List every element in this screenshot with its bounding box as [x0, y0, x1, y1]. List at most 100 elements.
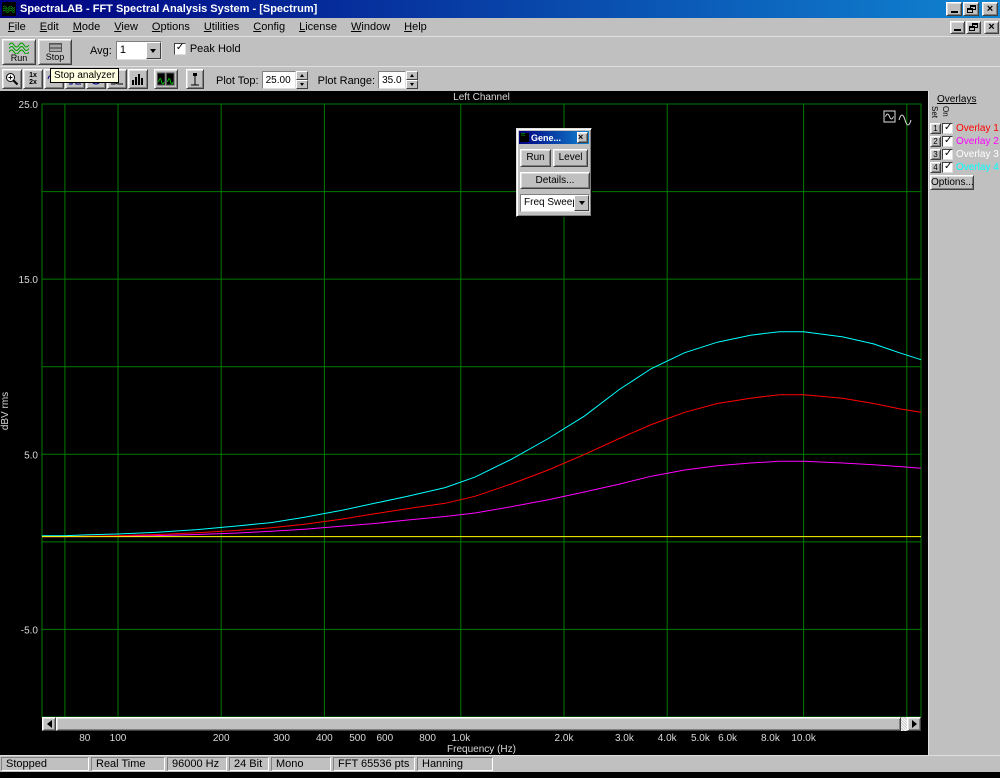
status-stopped: Stopped: [1, 757, 89, 771]
generator-close-button[interactable]: ×: [577, 132, 588, 143]
mdi-minimize-button[interactable]: [950, 20, 965, 34]
menu-license[interactable]: License: [292, 19, 344, 35]
generator-details-button[interactable]: Details...: [520, 172, 590, 189]
desktop-strip: [0, 772, 1000, 778]
plot-range-value[interactable]: 35.0: [378, 71, 407, 89]
menu-edit[interactable]: Edit: [33, 19, 66, 35]
x-axis-title: Frequency (Hz): [447, 744, 516, 755]
overlay-options-button[interactable]: Options...: [930, 175, 974, 190]
zoom-toggle-icon: 1x 2x: [29, 72, 37, 86]
menu-view[interactable]: View: [107, 19, 145, 35]
dropdown-arrow-icon[interactable]: [145, 42, 161, 59]
marker-tool-button[interactable]: [186, 69, 204, 89]
close-icon: ×: [986, 3, 994, 15]
scroll-right-button[interactable]: [907, 717, 921, 731]
close-button[interactable]: ×: [982, 2, 998, 16]
generator-dialog-titlebar[interactable]: Gene... ×: [519, 130, 589, 144]
statusbar: Stopped Real Time 96000 Hz 24 Bit Mono FFT 65…: [0, 755, 1000, 772]
plot-top-value[interactable]: 25.00: [261, 71, 296, 89]
main-toolbar: Run Stop Avg: 1 Peak Hold: [0, 36, 1000, 66]
overlay-row-2: 2 Overlay 2: [930, 135, 999, 148]
close-icon: ×: [988, 21, 995, 33]
spin-up-button[interactable]: [406, 71, 419, 80]
on-column-header: On: [941, 106, 950, 117]
mdi-close-button[interactable]: ×: [984, 20, 999, 34]
status-96000-hz: 96000 Hz: [167, 757, 227, 771]
overlay-set-button-1[interactable]: 1: [930, 123, 941, 134]
scroll-left-button[interactable]: [42, 717, 56, 731]
x-tick-label: 600: [376, 733, 393, 744]
plot-horizontal-scrollbar[interactable]: [42, 717, 921, 731]
overlay-set-button-2[interactable]: 2: [930, 136, 941, 147]
menubar-items: File Edit Mode View Options Utilities Config Li…: [1, 19, 949, 35]
x-tick-label: 4.0k: [658, 733, 678, 744]
generator-dialog-icon: [520, 130, 529, 142]
overlay-on-checkbox-3[interactable]: [942, 148, 953, 160]
checkbox-icon: [173, 42, 186, 55]
set-column-header: Set: [930, 106, 939, 119]
plot-toolbar: 1x 2x Plot Top: 25.00 Plot Range: 35.0: [0, 66, 1000, 91]
y-axis-title: dBV rms: [0, 392, 11, 430]
generator-run-button[interactable]: Run: [520, 149, 552, 167]
x-tick-label: 80: [79, 733, 91, 744]
menu-mode[interactable]: Mode: [66, 19, 108, 35]
peak-hold-checkbox[interactable]: Peak Hold: [173, 42, 241, 55]
stop-analyzer-tooltip: Stop analyzer: [50, 68, 120, 83]
run-button[interactable]: Run: [2, 39, 36, 65]
overlay-set-button-4[interactable]: 4: [930, 162, 941, 173]
x-tick-label: 400: [316, 733, 333, 744]
spin-down-button[interactable]: [295, 80, 308, 89]
menu-window[interactable]: Window: [344, 19, 397, 35]
plot-top-spinner[interactable]: 25.00: [261, 71, 308, 89]
y-tick-label: 15.0: [19, 275, 39, 286]
y-tick-label: -5.0: [21, 625, 39, 636]
app-icon: [2, 2, 16, 16]
menu-utilities[interactable]: Utilities: [197, 19, 246, 35]
restore-button[interactable]: [963, 2, 979, 16]
menu-help[interactable]: Help: [397, 19, 434, 35]
minimize-button[interactable]: [946, 2, 962, 16]
generator-signal-select[interactable]: Freq Sweep: [520, 194, 590, 212]
dropdown-arrow-icon[interactable]: [574, 195, 589, 211]
generator-dialog-title: Gene...: [531, 132, 562, 143]
x-tick-label: 500: [349, 733, 366, 744]
stop-button-label: Stop: [45, 51, 65, 62]
x-tick-label: 800: [419, 733, 436, 744]
x-tick-label: 1.0k: [451, 733, 471, 744]
generator-level-button[interactable]: Level: [553, 149, 588, 167]
plot-range-spinner[interactable]: 35.0: [378, 71, 419, 89]
overlay-label-2: Overlay 2: [956, 136, 999, 147]
status-mono: Mono: [271, 757, 331, 771]
stop-button[interactable]: Stop: [38, 39, 72, 65]
zoom-in-button[interactable]: [2, 69, 22, 89]
menu-config[interactable]: Config: [246, 19, 292, 35]
bar-graph-button[interactable]: [128, 69, 148, 89]
avg-select[interactable]: 1: [115, 41, 162, 60]
x-tick-label: 300: [273, 733, 290, 744]
status-fft-65536-pts: FFT 65536 pts: [333, 757, 415, 771]
magnifier-plus-icon: [6, 73, 19, 86]
vertical-marker-icon: [191, 73, 199, 86]
plot-range-label: Plot Range:: [317, 75, 376, 87]
titlebar[interactable]: SpectraLAB - FFT Spectral Analysis Syste…: [0, 0, 1000, 18]
spin-up-button[interactable]: [295, 71, 308, 80]
overlay-on-checkbox-4[interactable]: [942, 161, 953, 173]
dual-display-button[interactable]: [154, 69, 178, 89]
x-tick-label: 100: [110, 733, 127, 744]
spectrum-plot[interactable]: Left Channel 25.0 15.0 5.0 -5.0 80 100 200 300 40…: [0, 91, 928, 755]
scrollbar-thumb[interactable]: [56, 717, 901, 731]
overlay-on-checkbox-2[interactable]: [942, 135, 953, 147]
dual-display-icon: [157, 72, 175, 86]
overlay-set-button-3[interactable]: 3: [930, 149, 941, 160]
overlay-row-3: 3 Overlay 3: [930, 148, 999, 161]
overlay-on-checkbox-1[interactable]: [942, 122, 953, 134]
mdi-restore-button[interactable]: [966, 20, 981, 34]
menu-options[interactable]: Options: [145, 19, 197, 35]
x-tick-label: 8.0k: [761, 733, 781, 744]
spin-down-button[interactable]: [406, 80, 419, 89]
overlay-label-3: Overlay 3: [956, 149, 999, 160]
menu-file[interactable]: File: [1, 19, 33, 35]
plot-title: Left Channel: [453, 92, 510, 103]
zoom-1x-2x-button[interactable]: 1x 2x: [23, 69, 43, 89]
client-background: [0, 91, 928, 755]
